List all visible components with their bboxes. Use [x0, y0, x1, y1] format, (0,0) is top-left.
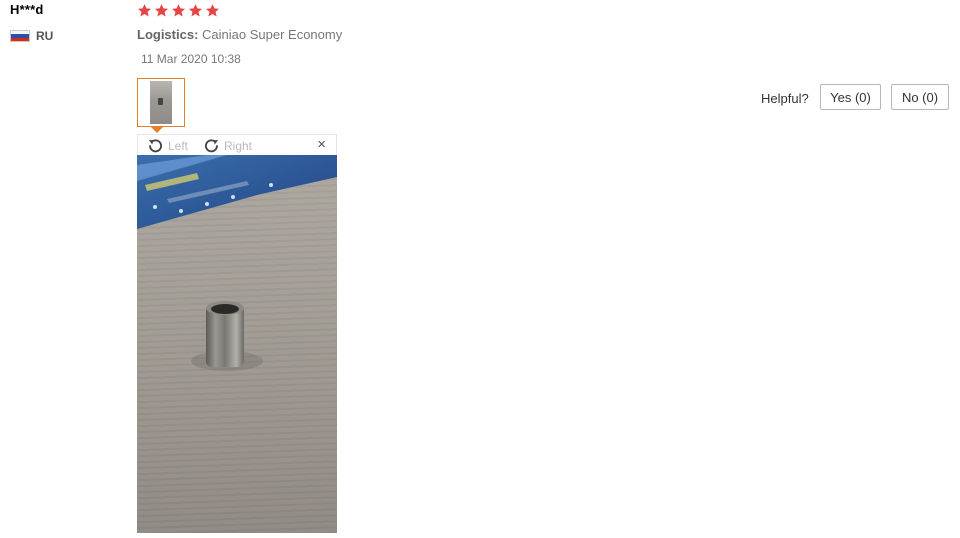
russia-flag-icon: [10, 30, 30, 42]
star-icon: [188, 4, 203, 17]
thumbnail-image: [150, 81, 172, 124]
close-icon[interactable]: ×: [317, 136, 326, 153]
photo-viewer-toolbar: Left Right ×: [137, 134, 337, 155]
rotate-left-icon: [148, 139, 163, 153]
helpful-no-button[interactable]: No (0): [891, 84, 949, 110]
thumbnail-selected-arrow-icon: [151, 127, 163, 133]
photo-illustration: [137, 155, 337, 371]
rotate-right-icon: [204, 139, 219, 153]
rotate-left-button[interactable]: Left: [147, 137, 188, 154]
country-code: RU: [36, 29, 54, 43]
helpful-yes-button[interactable]: Yes (0): [820, 84, 881, 110]
star-icon: [171, 4, 186, 17]
logistics-value: Cainiao Super Economy: [202, 27, 343, 42]
review-photo-preview: [137, 155, 337, 533]
star-icon: [205, 4, 220, 17]
logistics-info: Logistics: Cainiao Super Economy: [137, 27, 342, 42]
logistics-label: Logistics:: [137, 27, 199, 42]
review-photo-thumbnail[interactable]: [137, 78, 185, 127]
reviewer-country: RU: [10, 29, 53, 43]
star-rating: [137, 3, 220, 18]
reviewer-name: H***d: [10, 2, 44, 17]
star-icon: [154, 4, 169, 17]
rotate-left-label: Left: [168, 138, 189, 153]
helpful-prompt: Helpful?: [761, 91, 809, 106]
rotate-right-label: Right: [224, 138, 253, 153]
star-icon: [137, 4, 152, 17]
review-date: 11 Mar 2020 10:38: [141, 52, 241, 66]
rotate-right-button[interactable]: Right: [203, 137, 252, 154]
